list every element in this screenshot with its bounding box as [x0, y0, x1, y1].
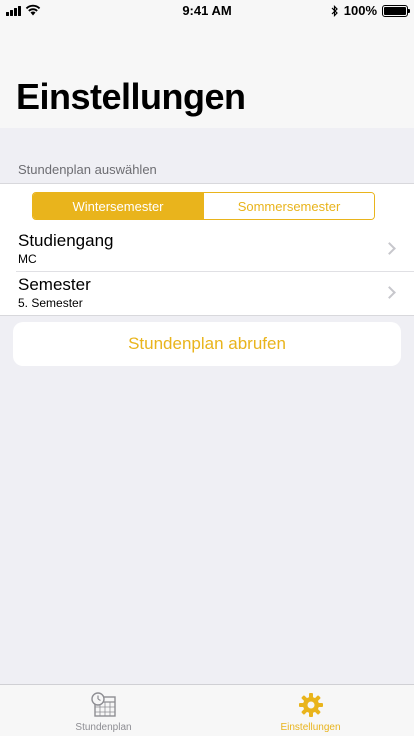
row-title: Studiengang	[18, 231, 114, 250]
bluetooth-icon	[331, 4, 338, 17]
segment-wintersemester[interactable]: Wintersemester	[33, 193, 203, 219]
tab-label: Stundenplan	[75, 722, 132, 733]
semester-segmented-control: Wintersemester Sommersemester	[32, 192, 375, 220]
navigation-header: Einstellungen	[0, 20, 414, 128]
settings-section: Wintersemester Sommersemester Studiengan…	[0, 183, 414, 316]
row-semester[interactable]: Semester 5. Semester	[0, 272, 414, 316]
row-subtitle: MC	[18, 252, 37, 266]
tab-stundenplan[interactable]: Stundenplan	[0, 685, 207, 736]
row-title: Semester	[18, 275, 91, 294]
battery-icon	[382, 4, 410, 17]
gear-icon	[298, 693, 323, 717]
page-title: Einstellungen	[16, 76, 246, 117]
row-subtitle: 5. Semester	[18, 296, 83, 310]
tab-bar: Stundenplan Einstellungen	[0, 684, 414, 736]
row-studiengang[interactable]: Studiengang MC	[0, 228, 414, 272]
segment-sommersemester[interactable]: Sommersemester	[203, 193, 374, 219]
section-header: Stundenplan auswählen	[18, 162, 157, 177]
battery-level	[384, 6, 406, 15]
status-bar: 9:41 AM 100%	[0, 0, 414, 20]
chevron-right-icon	[383, 242, 396, 255]
battery-percentage: 100%	[343, 3, 377, 18]
status-right: 100%	[331, 3, 410, 18]
fetch-timetable-button[interactable]: Stundenplan abrufen	[13, 322, 401, 366]
tab-einstellungen[interactable]: Einstellungen	[207, 685, 414, 736]
calendar-clock-icon	[90, 692, 116, 717]
tab-label: Einstellungen	[280, 722, 341, 733]
chevron-right-icon	[383, 286, 396, 299]
